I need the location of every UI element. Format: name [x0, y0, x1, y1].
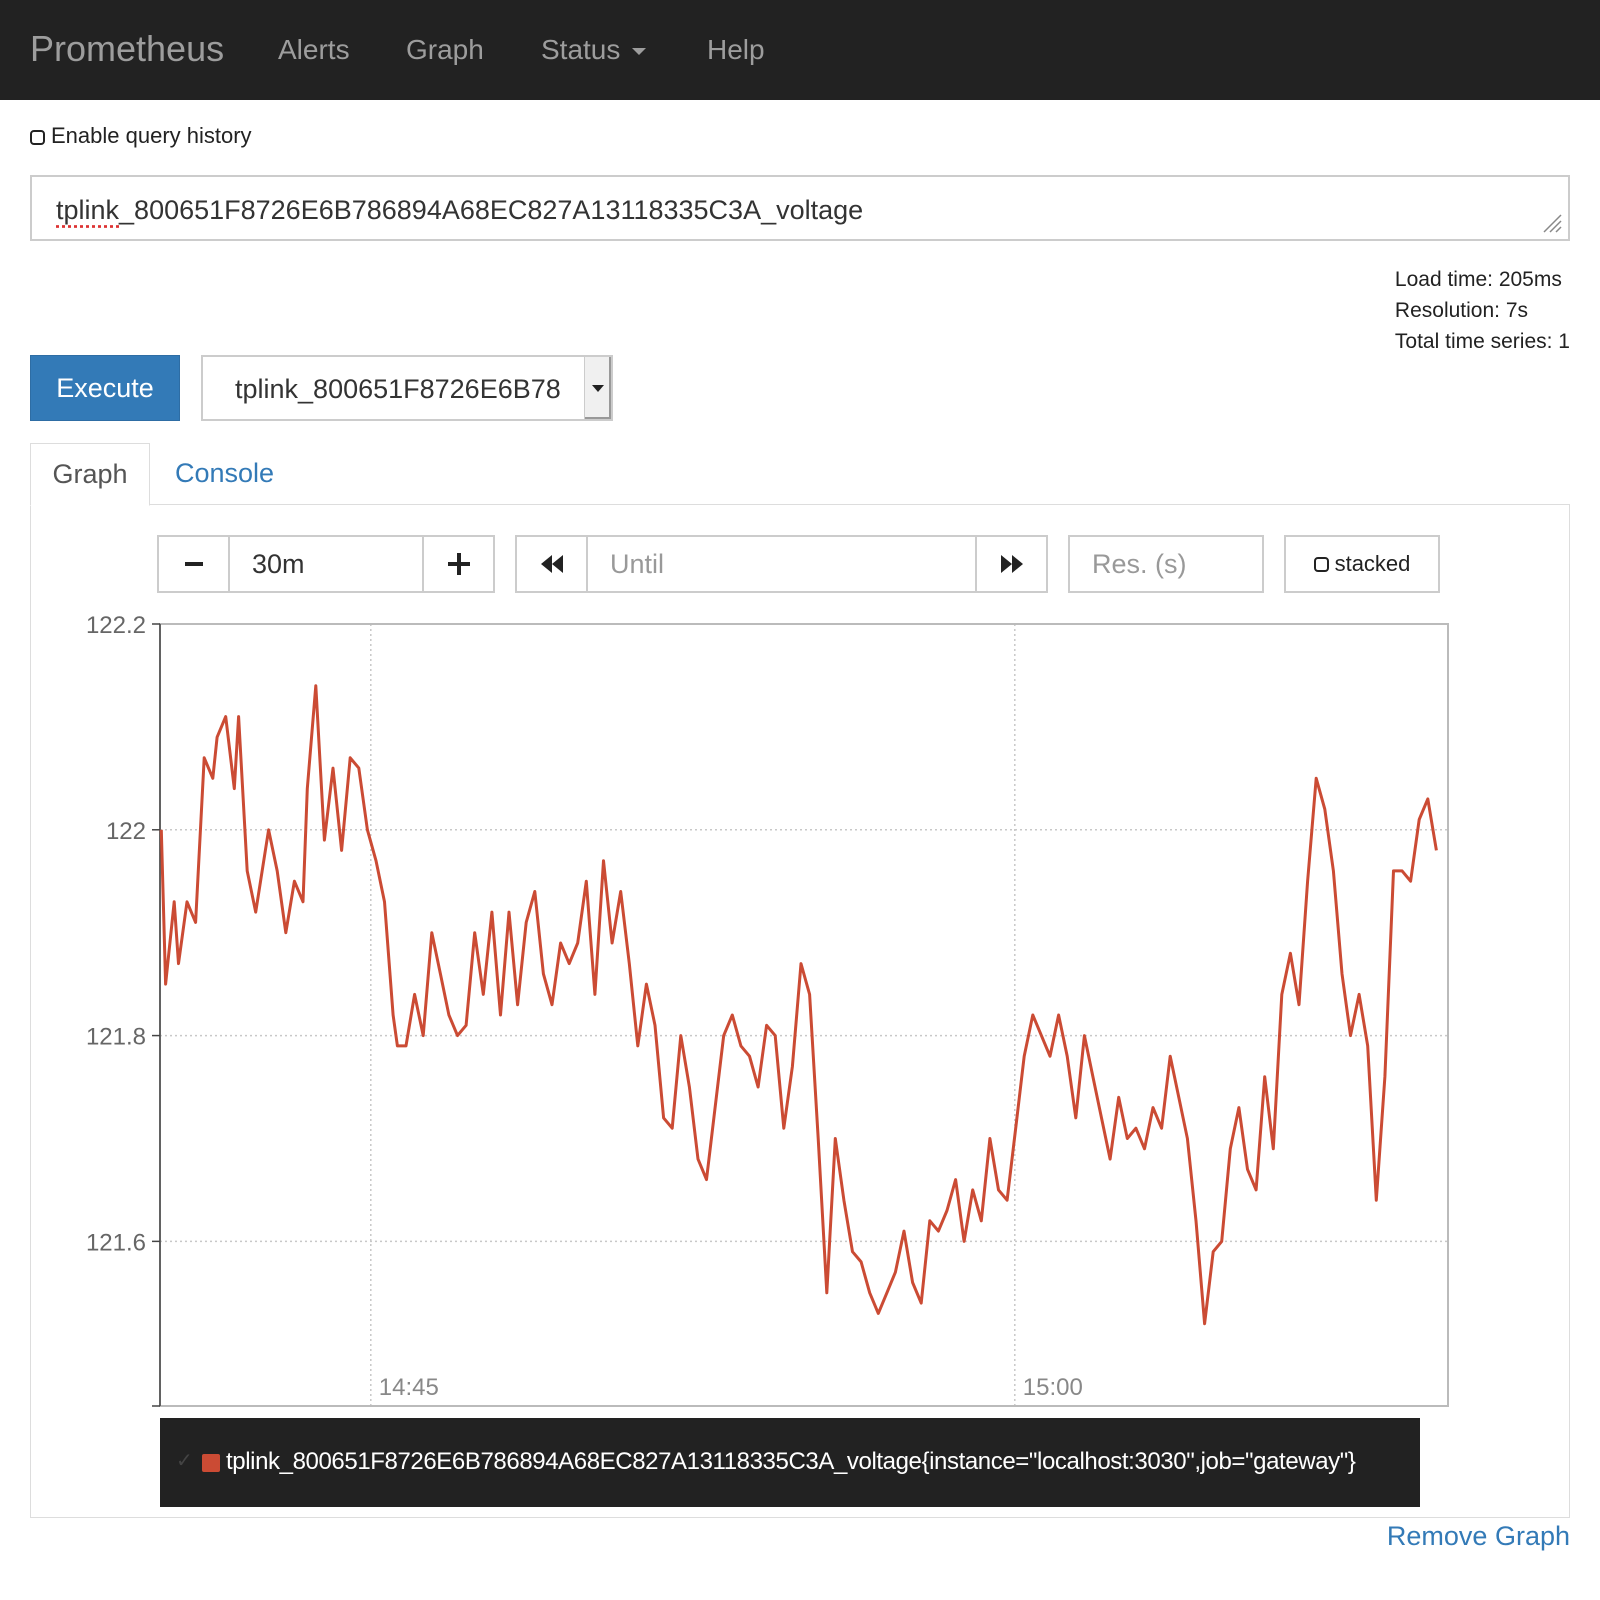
- range-increase-button[interactable]: [422, 535, 495, 593]
- series-swatch: [202, 1454, 220, 1472]
- resolution-input[interactable]: Res. (s): [1068, 535, 1264, 593]
- stacked-label: stacked: [1334, 551, 1411, 576]
- until-input[interactable]: Until: [586, 535, 977, 593]
- dropdown-arrow-icon[interactable]: [584, 357, 611, 419]
- time-back-button[interactable]: [515, 535, 588, 593]
- plus-icon: [447, 553, 470, 575]
- nav-status-label: Status: [541, 34, 621, 65]
- legend-label[interactable]: tplink_800651F8726E6B786894A68EC827A1311…: [226, 1448, 1356, 1476]
- metric-select-value: tplink_800651F8726E6B786894A68EC827A1311…: [235, 374, 561, 404]
- navbar: Prometheus Alerts Graph Status Help: [0, 0, 1600, 100]
- total-series: Total time series: 1: [1394, 330, 1570, 353]
- query-history-label: Enable query history: [51, 123, 252, 148]
- metric-select[interactable]: tplink_800651F8726E6B786894A68EC827A1311…: [201, 355, 613, 421]
- query-history-toggle[interactable]: Enable query history: [30, 123, 252, 149]
- tab-console[interactable]: Console: [175, 458, 274, 489]
- expression-input[interactable]: tplink_800651F8726E6B786894A68EC827A1311…: [30, 175, 1570, 241]
- nav-graph[interactable]: Graph: [406, 34, 484, 66]
- range-decrease-button[interactable]: [157, 535, 230, 593]
- graph-panel: [30, 504, 1570, 1518]
- fast-backward-icon: [540, 555, 563, 573]
- graph-legend: ✓ tplink_800651F8726E6B786894A68EC827A13…: [160, 1418, 1420, 1507]
- nav-status[interactable]: Status: [541, 34, 647, 66]
- check-icon[interactable]: ✓: [176, 1448, 193, 1473]
- caret-down-icon: [632, 48, 647, 56]
- fast-forward-icon: [1000, 555, 1023, 573]
- time-forward-button[interactable]: [975, 535, 1048, 593]
- tab-graph[interactable]: Graph: [30, 443, 150, 506]
- nav-alerts[interactable]: Alerts: [278, 34, 350, 66]
- expression-text: tplink_800651F8726E6B786894A68EC827A1311…: [56, 195, 863, 226]
- stacked-checkbox-icon[interactable]: [1313, 556, 1329, 572]
- expression-text-rest: _800651F8726E6B786894A68EC827A13118335C3…: [119, 195, 864, 225]
- minus-icon: [184, 562, 203, 566]
- query-stats: Load time: 205ms Resolution: 7s Total ti…: [1395, 264, 1570, 357]
- resolution-stat: Resolution: 7s: [1394, 299, 1528, 322]
- range-input[interactable]: 30m: [228, 535, 424, 593]
- until-placeholder: Until: [610, 548, 665, 579]
- checkbox-icon[interactable]: [30, 129, 45, 145]
- nav-help[interactable]: Help: [707, 34, 765, 66]
- resize-handle-icon[interactable]: [1540, 211, 1562, 233]
- load-time: Load time: 205ms: [1394, 268, 1562, 291]
- resolution-placeholder: Res. (s): [1092, 548, 1187, 579]
- brand-logo[interactable]: Prometheus: [30, 28, 224, 70]
- expression-text-prefix: tplink: [56, 195, 120, 225]
- stacked-toggle[interactable]: stacked: [1284, 535, 1440, 593]
- remove-graph-link[interactable]: Remove Graph: [1387, 1521, 1570, 1552]
- execute-button[interactable]: Execute: [30, 355, 180, 421]
